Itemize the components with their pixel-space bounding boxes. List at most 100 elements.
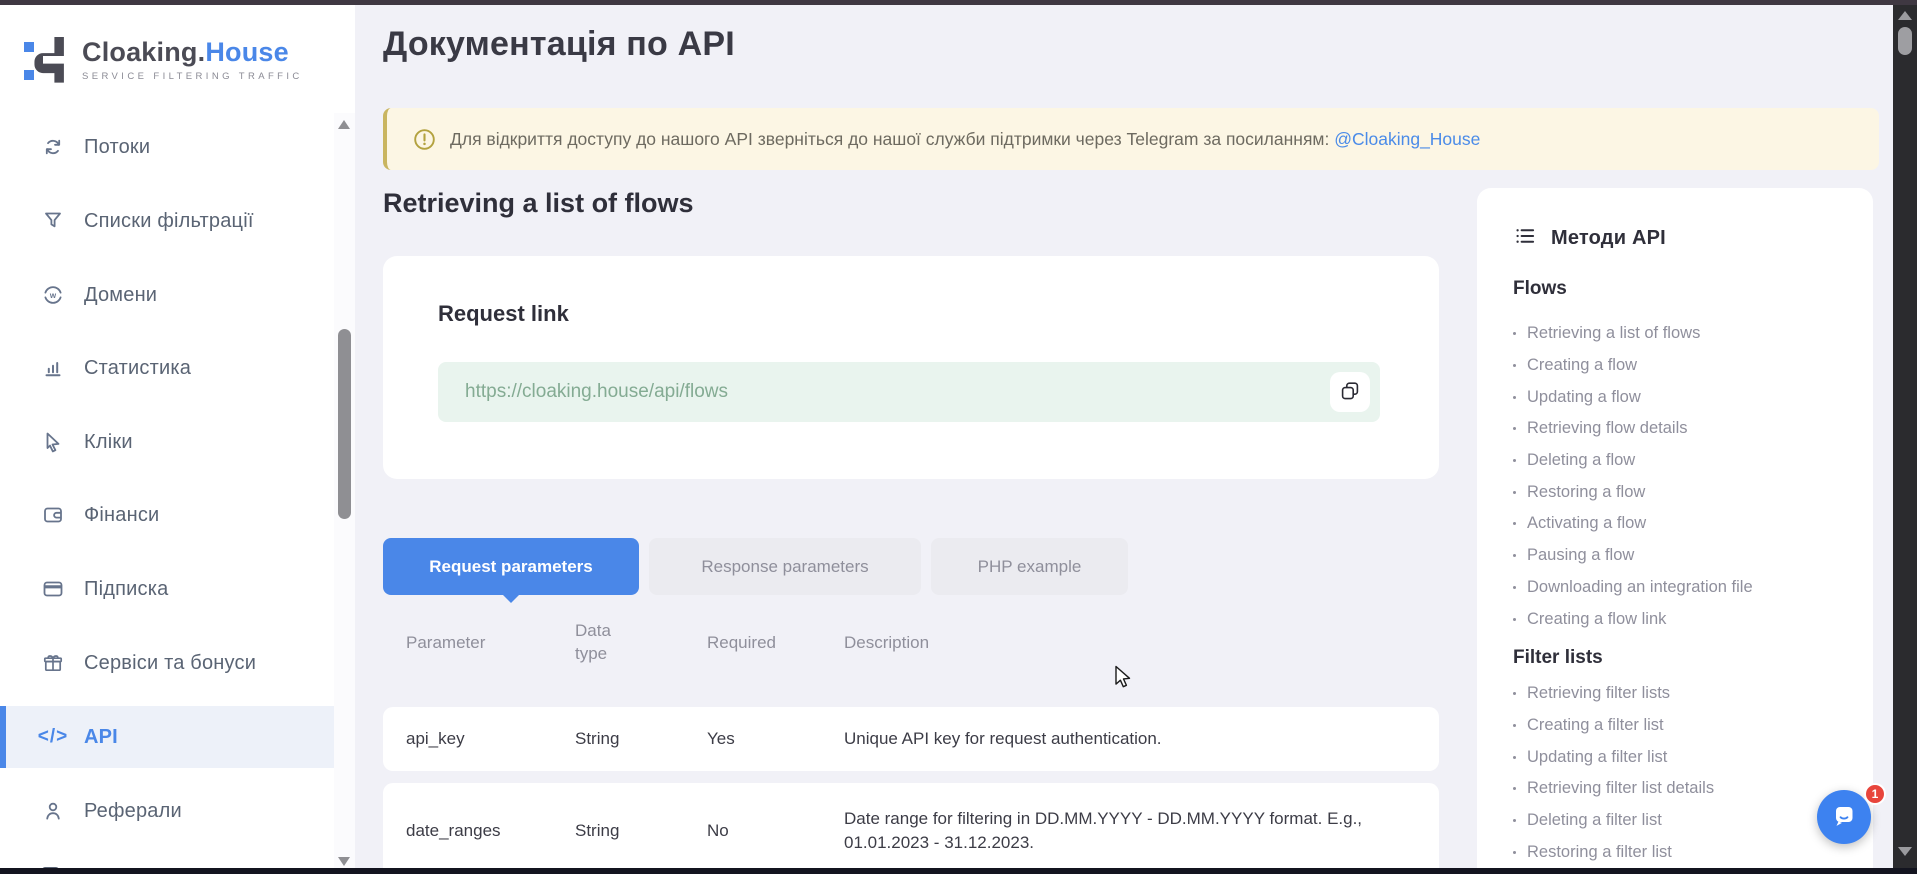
sidebar-item-api[interactable]: </> API: [0, 706, 355, 768]
column-header: Description: [844, 633, 1403, 653]
browser-scrollbar[interactable]: [1893, 5, 1917, 868]
scroll-up-arrow[interactable]: [1898, 11, 1912, 20]
filter-icon: [40, 208, 66, 234]
mouse-cursor: [1113, 665, 1135, 696]
cell-required: Yes: [707, 729, 844, 749]
window-bottom-edge: [0, 868, 1917, 874]
sidebar-item-services[interactable]: Сервіси та бонуси: [0, 632, 355, 694]
tab-response-parameters[interactable]: Response parameters: [649, 538, 921, 595]
method-link[interactable]: Downloading an integration file: [1513, 572, 1853, 604]
sidebar-item-clicks[interactable]: Кліки: [0, 411, 355, 473]
method-link[interactable]: Updating a filter list: [1513, 741, 1853, 773]
table-header: Parameter Data type Required Description: [383, 615, 1439, 671]
cell-parameter: api_key: [406, 729, 575, 749]
method-link[interactable]: Retrieving a list of flows: [1513, 318, 1853, 350]
method-link[interactable]: Restoring a flow: [1513, 476, 1853, 508]
copy-url-button[interactable]: [1330, 372, 1370, 412]
copy-icon: [1338, 379, 1362, 406]
sidebar-item-label: Кліки: [84, 431, 133, 454]
methods-panel-header: Методи API: [1513, 224, 1666, 253]
sidebar-item-finances[interactable]: Фінанси: [0, 484, 355, 546]
methods-group-title: Filter lists: [1513, 647, 1603, 669]
finances-icon: [40, 502, 66, 528]
window-top-edge: [0, 0, 1917, 5]
sidebar-item-referrals[interactable]: Реферали: [0, 780, 355, 842]
api-access-banner: Для відкриття доступу до нашого API звер…: [383, 108, 1879, 170]
tab-php-example[interactable]: PHP example: [931, 538, 1128, 595]
brand-tagline: SERVICE FILTERING TRAFFIC: [82, 71, 303, 82]
method-link[interactable]: Retrieving filter list details: [1513, 773, 1853, 805]
chat-bubble-icon: [1829, 801, 1859, 834]
subscription-icon: [40, 576, 66, 602]
scrollbar-thumb[interactable]: [1898, 27, 1912, 55]
request-link-card: Request link https://cloaking.house/api/…: [383, 256, 1439, 479]
method-link[interactable]: Deleting a filter list: [1513, 805, 1853, 837]
gift-icon: [40, 650, 66, 676]
sidebar-item-label: Потоки: [84, 136, 150, 159]
request-link-title: Request link: [438, 301, 569, 327]
cell-data-type: String: [575, 729, 707, 749]
svg-text:w: w: [49, 291, 57, 300]
app-window: Cloaking.House SERVICE FILTERING TRAFFIC…: [0, 0, 1917, 874]
chat-unread-badge: 1: [1864, 783, 1886, 805]
brand-logo-icon: [24, 37, 70, 85]
warning-icon: [413, 128, 436, 151]
parameter-tabs: Request parameters Response parameters P…: [383, 538, 1128, 595]
sidebar-item-filter-lists[interactable]: Списки фільтрації: [0, 190, 355, 252]
method-link[interactable]: Creating a flow link: [1513, 603, 1853, 635]
section-heading: Retrieving a list of flows: [383, 188, 694, 219]
brand-name-accent: House: [205, 37, 289, 67]
main-content: Документація по API Для відкриття доступ…: [355, 5, 1893, 868]
sidebar-item-domains[interactable]: w Домени: [0, 264, 355, 326]
method-link[interactable]: Creating a filter list: [1513, 710, 1853, 742]
method-link[interactable]: Activating a flow: [1513, 508, 1853, 540]
cell-description: Date range for filtering in DD.MM.YYYY -…: [844, 807, 1403, 855]
sidebar-item-statistics[interactable]: Статистика: [0, 337, 355, 399]
sidebar-item-label: Фінанси: [84, 504, 159, 527]
scroll-down-arrow[interactable]: [338, 857, 350, 866]
method-link[interactable]: Restoring a filter list: [1513, 836, 1853, 868]
clicks-icon: [40, 429, 66, 455]
methods-list-filter-lists: Retrieving filter lists Creating a filte…: [1513, 678, 1853, 868]
request-url-box: https://cloaking.house/api/flows: [438, 362, 1380, 422]
method-link[interactable]: Deleting a flow: [1513, 445, 1853, 477]
methods-panel-title: Методи API: [1551, 227, 1666, 250]
tab-request-parameters[interactable]: Request parameters: [383, 538, 639, 595]
column-header: Data type: [575, 620, 707, 666]
sidebar-item-label: API: [84, 726, 118, 749]
methods-list-flows: Retrieving a list of flows Creating a fl…: [1513, 318, 1853, 635]
method-link[interactable]: Retrieving flow details: [1513, 413, 1853, 445]
column-header: Parameter: [406, 633, 575, 653]
table-row: api_key String Yes Unique API key for re…: [383, 707, 1439, 771]
scroll-up-arrow[interactable]: [338, 120, 350, 129]
banner-text: Для відкриття доступу до нашого API звер…: [450, 129, 1480, 150]
sidebar: Cloaking.House SERVICE FILTERING TRAFFIC…: [0, 5, 355, 868]
method-link[interactable]: Creating a flow: [1513, 350, 1853, 382]
scroll-down-arrow[interactable]: [1898, 847, 1912, 856]
api-methods-panel: Методи API Flows Retrieving a list of fl…: [1477, 188, 1873, 874]
sidebar-item-label: Списки фільтрації: [84, 210, 254, 233]
page-title: Документація по API: [383, 25, 735, 64]
sidebar-item-subscription[interactable]: Підписка: [0, 558, 355, 620]
code-icon: </>: [40, 724, 66, 750]
sidebar-item-flows[interactable]: Потоки: [0, 116, 355, 178]
sidebar-item-label: Підписка: [84, 578, 168, 601]
sidebar-scrollbar[interactable]: [334, 113, 355, 873]
scrollbar-thumb[interactable]: [338, 329, 351, 519]
chat-widget-button[interactable]: [1817, 790, 1871, 844]
flows-icon: [40, 134, 66, 160]
method-link[interactable]: Updating a flow: [1513, 381, 1853, 413]
sidebar-item-label: Реферали: [84, 800, 182, 823]
methods-group-title: Flows: [1513, 278, 1567, 300]
method-link[interactable]: Retrieving filter lists: [1513, 678, 1853, 710]
sidebar-item-label: Статистика: [84, 357, 191, 380]
brand-logo[interactable]: Cloaking.House SERVICE FILTERING TRAFFIC: [24, 37, 303, 85]
cell-parameter: date_ranges: [406, 821, 575, 841]
cell-data-type: String: [575, 821, 707, 841]
method-link[interactable]: Pausing a flow: [1513, 540, 1853, 572]
table-row: date_ranges String No Date range for fil…: [383, 783, 1439, 874]
request-url: https://cloaking.house/api/flows: [465, 381, 728, 403]
person-icon: [40, 798, 66, 824]
telegram-link[interactable]: @Cloaking_House: [1334, 129, 1480, 149]
list-icon: [1513, 224, 1537, 253]
